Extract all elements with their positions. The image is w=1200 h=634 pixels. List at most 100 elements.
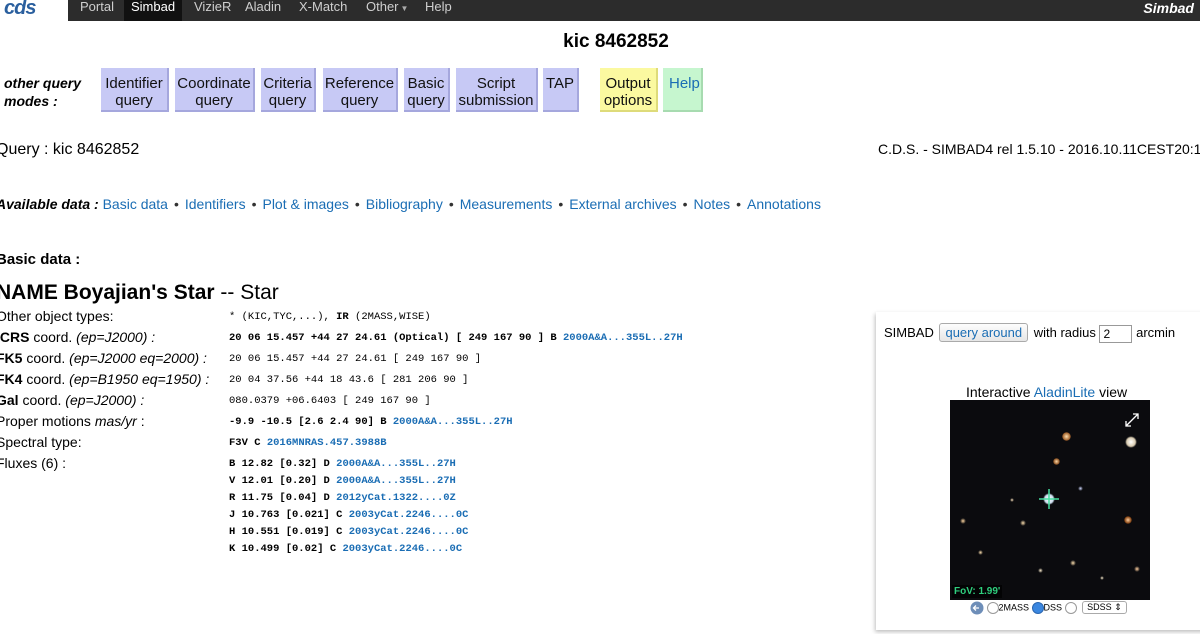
aladin-heading-pre: Interactive bbox=[966, 384, 1034, 400]
nav-portal[interactable]: Portal bbox=[73, 0, 121, 21]
script-submission-button[interactable]: Script submission bbox=[456, 68, 538, 112]
icrs-label-text: coord. bbox=[29, 329, 77, 345]
basic-query-button[interactable]: Basic query bbox=[404, 68, 450, 112]
query-around-form: SIMBAD query around with radius 2 arcmin bbox=[884, 323, 1175, 343]
query-line: Query : kic 8462852 bbox=[0, 141, 139, 159]
flux-j-ref-link[interactable]: 2003yCat.2246....0C bbox=[349, 509, 469, 521]
crosshair-icon bbox=[1039, 489, 1059, 509]
flux-h-ref-link[interactable]: 2003yCat.2246....0C bbox=[349, 526, 469, 538]
radius-input[interactable]: 2 bbox=[1099, 324, 1133, 343]
star-marker bbox=[1124, 516, 1132, 524]
radio-dss[interactable] bbox=[1031, 602, 1044, 614]
criteria-query-button[interactable]: Criteria query bbox=[261, 68, 316, 112]
fk4-label-text: coord. bbox=[22, 371, 70, 387]
star-marker bbox=[1053, 458, 1060, 465]
fullscreen-icon[interactable] bbox=[1124, 412, 1140, 428]
flux-j-text: J 10.763 [0.021] C bbox=[229, 509, 343, 521]
icrs-ref-link[interactable]: 2000A&A...355L..27H bbox=[563, 332, 683, 344]
aladinlite-link[interactable]: AladinLite bbox=[1034, 384, 1096, 400]
tap-button[interactable]: TAP bbox=[543, 68, 579, 112]
pm-value: -9.9 -10.5 [2.6 2.4 90] B 2000A&A...355L… bbox=[229, 416, 513, 428]
flux-v-ref-link[interactable]: 2000A&A...355L..27H bbox=[336, 475, 456, 487]
fov-indicator: FoV: 1.99' bbox=[952, 585, 1003, 598]
icrs-label-epoch: (ep=J2000) : bbox=[76, 329, 156, 345]
bullet-separator: • bbox=[354, 196, 360, 212]
survey-2mass-label: 2MASS bbox=[998, 602, 1030, 613]
basic-data-heading: Basic data : bbox=[0, 251, 81, 268]
star-marker bbox=[1010, 498, 1014, 502]
pm-label-unit: mas/yr bbox=[94, 413, 137, 429]
icrs-label-bold: ICRS bbox=[0, 329, 30, 345]
nav-aladin[interactable]: Aladin bbox=[238, 0, 288, 21]
survey-select-value: SDSS bbox=[1087, 602, 1112, 613]
nav-other[interactable]: Other ▼ bbox=[359, 0, 415, 21]
flux-row-k: K 10.499 [0.02] C 2003yCat.2246....0C bbox=[229, 543, 462, 555]
simbad-brand-logo[interactable]: Simbad bbox=[1143, 0, 1194, 16]
radio-2mass[interactable] bbox=[986, 602, 999, 614]
coordinate-query-button[interactable]: Coordinate query bbox=[175, 68, 255, 112]
other-types-ir: IR bbox=[336, 311, 349, 323]
gal-label-text: coord. bbox=[18, 392, 66, 408]
reference-query-button[interactable]: Reference query bbox=[323, 68, 398, 112]
link-basic-data[interactable]: Basic data bbox=[103, 196, 168, 212]
fk4-label-bold: FK4 bbox=[0, 371, 23, 387]
link-annotations[interactable]: Annotations bbox=[747, 196, 821, 212]
bullet-separator: • bbox=[682, 196, 688, 212]
identifier-query-button[interactable]: Identifier query bbox=[101, 68, 169, 112]
nav-help[interactable]: Help bbox=[418, 0, 459, 21]
help-button[interactable]: Help bbox=[663, 68, 703, 112]
survey-dss-label: DSS bbox=[1043, 602, 1063, 613]
survey-select[interactable]: SDSS ⇕ bbox=[1082, 601, 1127, 615]
available-data-bar: Available data : Basic data • Identifiers •… bbox=[0, 196, 821, 212]
pm-ref-link[interactable]: 2000A&A...355L..27H bbox=[393, 416, 513, 428]
gal-label-epoch: (ep=J2000) : bbox=[65, 392, 145, 408]
nav-other-label: Other bbox=[366, 0, 399, 14]
gal-value: 080.0379 +06.6403 [ 249 167 90 ] bbox=[229, 395, 431, 407]
fk4-value: 20 04 37.56 +44 18 43.6 [ 281 206 90 ] bbox=[229, 374, 469, 386]
link-identifiers[interactable]: Identifiers bbox=[185, 196, 246, 212]
flux-k-ref-link[interactable]: 2003yCat.2246....0C bbox=[342, 543, 462, 555]
spectral-type: F3V C bbox=[229, 437, 261, 449]
icrs-value: 20 06 15.457 +44 27 24.61 (Optical) [ 24… bbox=[229, 332, 683, 344]
query-around-button[interactable]: query around bbox=[939, 323, 1029, 342]
star-marker bbox=[1100, 576, 1104, 580]
aladin-sky-view[interactable] bbox=[950, 400, 1150, 600]
cds-logo[interactable]: cds bbox=[0, 0, 68, 21]
fk5-label: FK5 coord. (ep=J2000 eq=2000) : bbox=[0, 350, 207, 366]
other-types-value: * (KIC,TYC,...), IR (2MASS,WISE) bbox=[229, 311, 431, 323]
pm-numbers: -9.9 -10.5 [2.6 2.4 90] B bbox=[229, 416, 387, 428]
bullet-separator: • bbox=[251, 196, 257, 212]
aladin-heading-post: view bbox=[1095, 384, 1128, 400]
survey-selector: 2MASS DSS SDSS ⇕ bbox=[970, 601, 1127, 615]
nav-vizier[interactable]: VizieR bbox=[187, 0, 238, 21]
link-external-archives[interactable]: External archives bbox=[569, 196, 676, 212]
output-options-button[interactable]: Output options bbox=[600, 68, 658, 112]
nav-xmatch[interactable]: X-Match bbox=[292, 0, 354, 21]
version-info: C.D.S. - SIMBAD4 rel 1.5.10 - 2016.10.11… bbox=[878, 141, 1200, 157]
object-type: Star bbox=[240, 281, 279, 304]
object-name-line: NAME Boyajian's Star -- Star bbox=[0, 281, 279, 305]
arcmin-label: arcmin bbox=[1136, 325, 1176, 340]
link-plot-images[interactable]: Plot & images bbox=[262, 196, 348, 212]
link-measurements[interactable]: Measurements bbox=[460, 196, 553, 212]
flux-r-ref-link[interactable]: 2012yCat.1322....0Z bbox=[336, 492, 456, 504]
star-marker bbox=[1062, 432, 1071, 441]
flux-b-ref-link[interactable]: 2000A&A...355L..27H bbox=[336, 458, 456, 470]
gal-label: Gal coord. (ep=J2000) : bbox=[0, 392, 144, 408]
chevron-down-icon: ▼ bbox=[400, 4, 409, 13]
spectral-ref-link[interactable]: 2016MNRAS.457.3988B bbox=[267, 437, 387, 449]
object-sep: -- bbox=[220, 281, 235, 304]
link-bibliography[interactable]: Bibliography bbox=[366, 196, 443, 212]
radio-sdss[interactable] bbox=[1064, 602, 1077, 614]
fk4-label: FK4 coord. (ep=B1950 eq=1950) : bbox=[0, 371, 209, 387]
object-name: NAME Boyajian's Star bbox=[0, 281, 215, 304]
flux-row-j: J 10.763 [0.021] C 2003yCat.2246....0C bbox=[229, 509, 468, 521]
link-notes[interactable]: Notes bbox=[694, 196, 731, 212]
query-label: Query : bbox=[0, 141, 49, 158]
bullet-separator: • bbox=[736, 196, 742, 212]
other-types-post: (2MASS,WISE) bbox=[348, 311, 431, 323]
back-arrow-icon[interactable] bbox=[970, 601, 984, 615]
nav-simbad[interactable]: Simbad bbox=[124, 0, 183, 21]
available-data-label: Available data : bbox=[0, 196, 99, 212]
star-marker bbox=[978, 550, 983, 555]
